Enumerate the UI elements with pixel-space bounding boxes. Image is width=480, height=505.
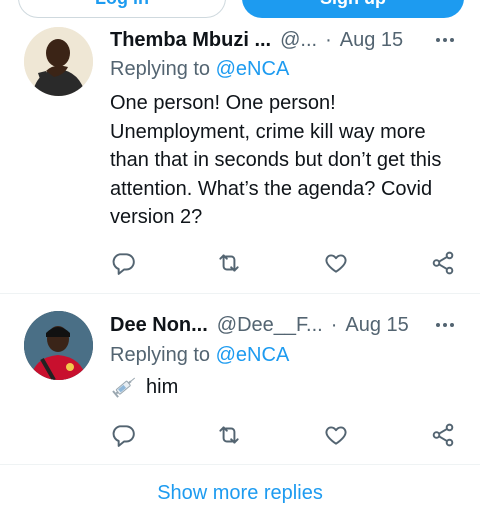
tweet-text-row: him [110, 373, 460, 402]
share-icon[interactable] [428, 248, 458, 278]
tweet-date[interactable]: Aug 15 [345, 314, 408, 337]
tweet-text: One person! One person! Unemployment, cr… [110, 92, 442, 228]
user-handle[interactable]: @... [280, 29, 317, 52]
login-button[interactable]: Log in [18, 0, 226, 18]
like-icon[interactable] [321, 420, 351, 450]
replying-prefix: Replying to [110, 58, 211, 80]
tweet-header: Themba Mbuzi ... @... · Aug 15 [110, 27, 458, 53]
display-name[interactable]: Dee Non... [110, 314, 208, 337]
mention-link[interactable]: @eNCA [216, 344, 290, 366]
like-icon[interactable] [321, 248, 351, 278]
mention-link[interactable]: @eNCA [216, 58, 290, 80]
replying-to: Replying to @eNCA [110, 58, 289, 81]
avatar[interactable] [24, 311, 93, 380]
separator-dot: · [325, 28, 332, 51]
tweet-actions [0, 248, 480, 278]
syringe-emoji-icon [110, 375, 138, 399]
retweet-icon[interactable] [214, 248, 244, 278]
tweet-actions [0, 420, 480, 450]
avatar[interactable] [24, 27, 93, 96]
reply-tweet[interactable]: Themba Mbuzi ... @... · Aug 15 Replying … [0, 22, 480, 294]
tweet-date[interactable]: Aug 15 [340, 29, 403, 52]
replying-to: Replying to @eNCA [110, 344, 289, 367]
reply-tweet[interactable]: Dee Non... @Dee__F... · Aug 15 Replying … [0, 295, 480, 465]
more-icon[interactable] [436, 312, 454, 338]
user-handle[interactable]: @Dee__F... [217, 314, 323, 337]
reply-icon[interactable] [108, 248, 138, 278]
share-icon[interactable] [428, 420, 458, 450]
display-name[interactable]: Themba Mbuzi ... [110, 29, 271, 52]
retweet-icon[interactable] [214, 420, 244, 450]
replying-prefix: Replying to [110, 344, 211, 366]
tweet-text: him [146, 376, 179, 398]
signup-button[interactable]: Sign up [242, 0, 464, 18]
top-auth-bar: Log in Sign up [0, 0, 480, 22]
reply-icon[interactable] [108, 420, 138, 450]
tweet-header: Dee Non... @Dee__F... · Aug 15 [110, 312, 458, 338]
separator-dot: · [330, 313, 338, 336]
more-icon[interactable] [436, 27, 454, 53]
